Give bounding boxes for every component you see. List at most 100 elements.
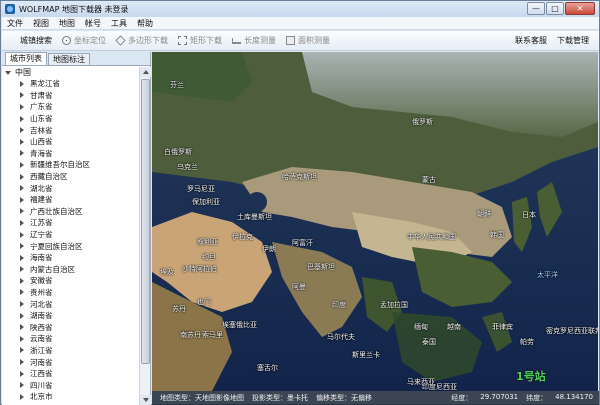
- expand-arrow-icon[interactable]: [20, 161, 24, 168]
- tree-item-province[interactable]: 新疆维吾尔自治区: [2, 159, 139, 171]
- expand-arrow-icon[interactable]: [20, 219, 24, 226]
- expand-arrow-icon[interactable]: [20, 173, 24, 180]
- tree-item-province[interactable]: 浙江省: [2, 345, 139, 357]
- contact-support-button[interactable]: 联系客服: [515, 35, 547, 46]
- expand-arrow-icon[interactable]: [20, 115, 24, 122]
- polygon-download-button[interactable]: 多边形下载: [115, 35, 168, 46]
- tree-item-province[interactable]: 福建省: [2, 194, 139, 206]
- tree-item-label: 四川省: [30, 380, 53, 390]
- collapse-arrow-icon[interactable]: [5, 70, 11, 75]
- tree-item-label: 甘肃省: [30, 90, 53, 100]
- expand-arrow-icon[interactable]: [20, 196, 24, 203]
- tree-item-province[interactable]: 海南省: [2, 252, 139, 264]
- tree-item-province[interactable]: 山东省: [2, 113, 139, 125]
- expand-arrow-icon[interactable]: [20, 335, 24, 342]
- menu-view[interactable]: 视图: [28, 18, 54, 29]
- tree-item-province[interactable]: 江苏省: [2, 217, 139, 229]
- tree-item-label: 安徽省: [30, 276, 53, 286]
- maximize-button[interactable]: □: [546, 2, 564, 15]
- expand-arrow-icon[interactable]: [20, 393, 24, 400]
- expand-arrow-icon[interactable]: [20, 324, 24, 331]
- town-search-button[interactable]: 城镇搜索: [20, 35, 52, 46]
- minimize-button[interactable]: —: [527, 2, 545, 15]
- expand-arrow-icon[interactable]: [20, 359, 24, 366]
- scroll-up-arrow-icon[interactable]: [140, 67, 151, 77]
- menu-help[interactable]: 帮助: [132, 18, 158, 29]
- tree-item-province[interactable]: 贵州省: [2, 287, 139, 299]
- area-measure-label: 面积测量: [298, 36, 330, 45]
- map-place-label: 俄罗斯: [412, 118, 433, 126]
- expand-arrow-icon[interactable]: [20, 277, 24, 284]
- menu-account[interactable]: 帐号: [80, 18, 106, 29]
- scrollbar-thumb[interactable]: [141, 79, 150, 364]
- expand-arrow-icon[interactable]: [20, 301, 24, 308]
- map-place-label: 阿曼: [292, 283, 306, 291]
- tree-scrollbar[interactable]: [139, 67, 151, 405]
- expand-arrow-icon[interactable]: [20, 254, 24, 261]
- map-place-label: 约旦: [202, 253, 216, 261]
- expand-arrow-icon[interactable]: [20, 243, 24, 250]
- expand-arrow-icon[interactable]: [20, 138, 24, 145]
- tree-item-province[interactable]: 湖南省: [2, 310, 139, 322]
- tree-item-province[interactable]: 陕西省: [2, 321, 139, 333]
- tree-item-province[interactable]: 内蒙古自治区: [2, 264, 139, 276]
- tab-city-list[interactable]: 城市列表: [5, 52, 47, 65]
- expand-arrow-icon[interactable]: [20, 382, 24, 389]
- tree-item-province[interactable]: 吉林省: [2, 124, 139, 136]
- tree-item-province[interactable]: 四川省: [2, 379, 139, 391]
- map-place-label: 埃塞俄比亚: [222, 321, 257, 329]
- tab-map-annotation[interactable]: 地图标注: [48, 53, 90, 65]
- tree-item-province[interactable]: 广东省: [2, 101, 139, 113]
- tree-item-province[interactable]: 江西省: [2, 368, 139, 380]
- expand-arrow-icon[interactable]: [20, 127, 24, 134]
- expand-arrow-icon[interactable]: [20, 185, 24, 192]
- download-manager-button[interactable]: 下载管理: [557, 35, 589, 46]
- status-lon-value: 29.707031: [480, 393, 519, 401]
- tree-item-province[interactable]: 北京市: [2, 391, 139, 403]
- tree-item-province[interactable]: 辽宁省: [2, 229, 139, 241]
- tree-item-province[interactable]: 青海省: [2, 148, 139, 160]
- watermark-brand: 1号站: [516, 370, 546, 383]
- coordinate-locate-button[interactable]: 坐标定位: [62, 35, 106, 46]
- tree-item-province[interactable]: 安徽省: [2, 275, 139, 287]
- map-place-label: 蒙古: [422, 176, 436, 184]
- satellite-map[interactable]: 芬兰 俄罗斯 白俄罗斯 乌克兰 罗马尼亚 保加利亚 哈萨克斯坦 蒙古 土库曼斯坦 伊拉克 伊朗 阿富汗…: [152, 52, 598, 391]
- expand-arrow-icon[interactable]: [20, 266, 24, 273]
- tree-item-province[interactable]: 河北省: [2, 298, 139, 310]
- tree-item-label: 宁夏回族自治区: [30, 241, 83, 251]
- expand-arrow-icon[interactable]: [20, 312, 24, 319]
- tree-root[interactable]: 中国: [2, 67, 139, 78]
- tree-item-province[interactable]: 河南省: [2, 356, 139, 368]
- tree-item-label: 西藏自治区: [30, 172, 68, 182]
- polygon-icon: [115, 35, 126, 46]
- polygon-download-label: 多边形下载: [128, 36, 168, 45]
- expand-arrow-icon[interactable]: [20, 231, 24, 238]
- tree-item-province[interactable]: 西藏自治区: [2, 171, 139, 183]
- area-measure-button[interactable]: 面积测量: [286, 35, 330, 46]
- tree-item-province[interactable]: 云南省: [2, 333, 139, 345]
- tree-item-province[interactable]: 宁夏回族自治区: [2, 240, 139, 252]
- expand-arrow-icon[interactable]: [20, 150, 24, 157]
- tree-item-province[interactable]: 黑龙江省: [2, 78, 139, 90]
- length-measure-button[interactable]: 长度测量: [232, 35, 276, 46]
- menu-tools[interactable]: 工具: [106, 18, 132, 29]
- menu-file[interactable]: 文件: [2, 18, 28, 29]
- area-icon: [286, 36, 295, 45]
- map-place-label: 越南: [447, 323, 461, 331]
- tree-item-province[interactable]: 山西省: [2, 136, 139, 148]
- menu-map[interactable]: 地图: [54, 18, 80, 29]
- expand-arrow-icon[interactable]: [20, 347, 24, 354]
- expand-arrow-icon[interactable]: [20, 92, 24, 99]
- panel-tabs: 城市列表 地图标注: [2, 52, 150, 66]
- tree-item-province[interactable]: 广西壮族自治区: [2, 206, 139, 218]
- scroll-down-arrow-icon[interactable]: [140, 395, 151, 405]
- expand-arrow-icon[interactable]: [20, 289, 24, 296]
- tree-item-province[interactable]: 甘肃省: [2, 90, 139, 102]
- expand-arrow-icon[interactable]: [20, 370, 24, 377]
- expand-arrow-icon[interactable]: [20, 80, 24, 87]
- tree-item-province[interactable]: 湖北省: [2, 182, 139, 194]
- expand-arrow-icon[interactable]: [20, 103, 24, 110]
- close-button[interactable]: ✕: [565, 2, 595, 15]
- rectangle-download-button[interactable]: 矩形下载: [178, 35, 222, 46]
- expand-arrow-icon[interactable]: [20, 208, 24, 215]
